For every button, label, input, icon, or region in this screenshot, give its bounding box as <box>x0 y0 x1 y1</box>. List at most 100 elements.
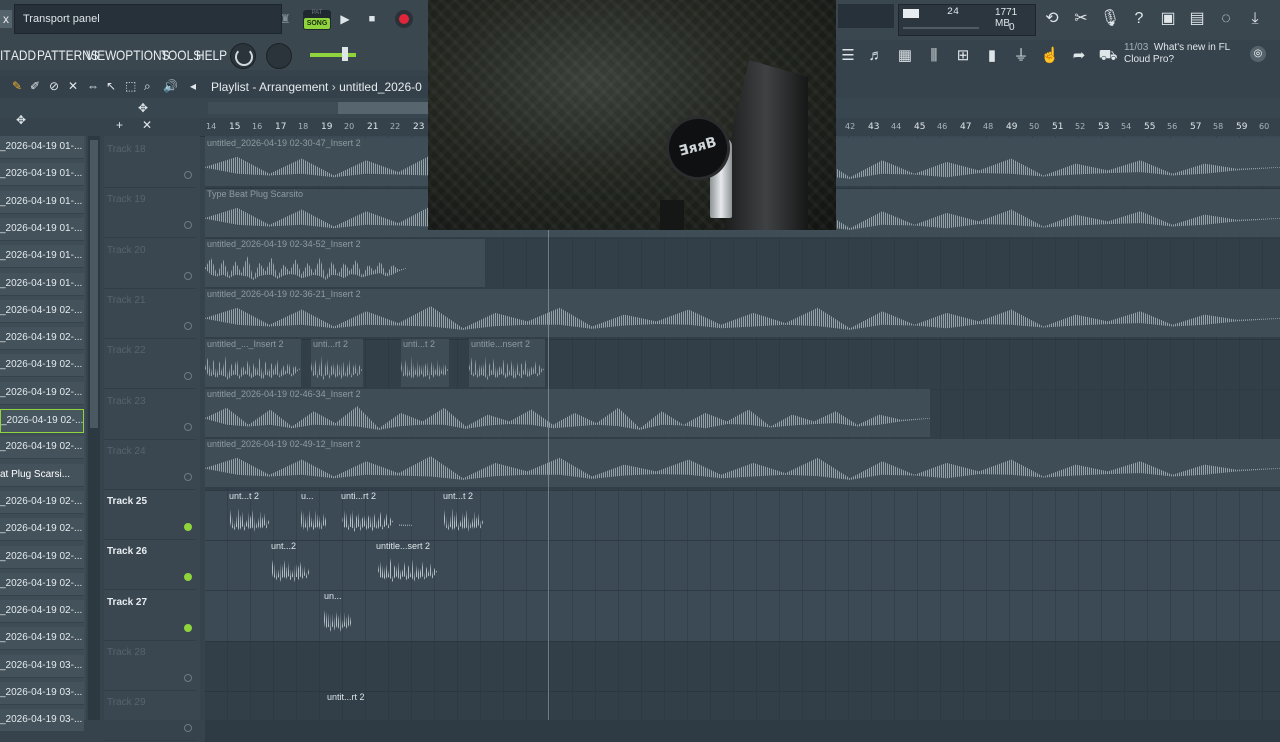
track-lane[interactable] <box>205 641 1280 692</box>
download-icon[interactable]: ⤓ <box>1243 6 1267 32</box>
track-enable-led[interactable] <box>184 523 192 532</box>
track-header[interactable]: Track 25 <box>104 490 196 541</box>
shop-icon[interactable]: ⛟ <box>1096 44 1120 68</box>
track-header[interactable]: Track 20 <box>104 239 196 289</box>
audio-clip[interactable]: un... <box>322 591 354 639</box>
close-track-icon[interactable]: ✕ <box>142 118 152 132</box>
mute-icon[interactable]: ✕ <box>68 79 78 93</box>
zoom-icon[interactable]: ⌕ <box>144 79 151 94</box>
picker-item[interactable]: _2026-04-19 01-... <box>0 136 84 159</box>
track-header[interactable]: Track 26 <box>104 540 196 591</box>
menu-help[interactable]: HELP <box>196 47 227 63</box>
export-icon[interactable]: ➦ <box>1067 44 1091 68</box>
audio-clip[interactable]: unti...rt 2 <box>311 339 363 387</box>
slip-icon[interactable]: ⇔ <box>87 79 99 93</box>
audio-clip[interactable]: unt...t 2 <box>441 491 487 539</box>
save-icon[interactable]: ▣ <box>1156 6 1180 32</box>
close-button[interactable]: x <box>0 10 12 28</box>
track-lane[interactable] <box>205 339 1280 391</box>
add-track-icon[interactable]: + <box>116 118 123 132</box>
track-header[interactable]: Track 27 <box>104 591 196 641</box>
pencil-icon[interactable]: ✎ <box>12 79 22 93</box>
picker-item[interactable]: _2026-04-19 03-... <box>0 709 84 733</box>
picker-item[interactable]: _2026-04-19 02-... <box>0 409 84 433</box>
track-lane[interactable] <box>205 591 1280 642</box>
record-button[interactable] <box>395 10 413 28</box>
microphone-icon[interactable]: 🎙 <box>1098 6 1122 32</box>
picker-item[interactable]: _2026-04-19 01-... <box>0 190 84 214</box>
main-volume-knob[interactable] <box>230 43 256 69</box>
picker-item[interactable]: _2026-04-19 02-... <box>0 381 84 405</box>
browser-icon[interactable]: ⊞ <box>951 44 975 68</box>
cut-icon[interactable]: ✂ <box>1069 6 1093 32</box>
picker-item[interactable]: _2026-04-19 02-... <box>0 327 84 351</box>
picker-item[interactable]: _2026-04-19 02-... <box>0 490 84 514</box>
track-header[interactable]: Track 18 <box>104 138 196 188</box>
track-header[interactable]: Track 22 <box>104 339 196 390</box>
picker-item[interactable]: _2026-04-19 02-... <box>0 354 84 378</box>
picker-item[interactable]: _2026-04-19 02-... <box>0 299 84 323</box>
delete-icon[interactable]: ⊘ <box>49 79 59 93</box>
picker-item[interactable]: _2026-04-19 02-... <box>0 545 84 569</box>
playlist-icon[interactable]: ☰ <box>836 44 860 68</box>
track-enable-led[interactable] <box>184 321 192 330</box>
piano-roll-icon[interactable]: ♬ <box>864 44 888 68</box>
audio-clip[interactable]: untitled_2026-04-19 02-46-34_Insert 2 <box>205 389 930 437</box>
audio-clip[interactable]: untitle...nsert 2 <box>469 339 545 387</box>
track-enable-led[interactable] <box>184 472 192 481</box>
channel-rack-icon[interactable]: ▦ <box>893 44 917 68</box>
master-slider-handle[interactable] <box>342 47 348 61</box>
track-enable-led[interactable] <box>184 623 192 632</box>
plugin-icon[interactable]: ⏚ <box>1009 44 1033 68</box>
audio-clip[interactable]: untitled_..._Insert 2 <box>205 339 301 387</box>
main-pitch-knob[interactable] <box>266 43 292 69</box>
mixer-icon[interactable]: ⫼ <box>922 44 946 68</box>
track-enable-led[interactable] <box>184 221 192 230</box>
picker-item[interactable]: _2026-04-19 02-... <box>0 572 84 596</box>
audio-clip[interactable]: untitled_2026-04-19 02-49-12_Insert 2 <box>205 439 1280 487</box>
picker-item[interactable]: _2026-04-19 02-... <box>0 600 84 624</box>
master-slider-track[interactable] <box>310 53 356 57</box>
audio-clip[interactable]: unt...2 <box>269 541 313 589</box>
track-header[interactable]: Track 29 <box>104 691 196 742</box>
menu-view[interactable]: VIEW <box>86 47 116 63</box>
picker-item[interactable]: _2026-04-19 02-... <box>0 436 84 460</box>
audio-clip[interactable]: u... <box>299 491 329 539</box>
touch-icon[interactable]: ☝ <box>1038 44 1062 68</box>
stop-button[interactable]: ■ <box>363 10 381 28</box>
chat-icon[interactable]: ◌ <box>1214 6 1238 32</box>
playback-icon[interactable]: 🔊 <box>163 79 178 93</box>
audio-clip[interactable]: untitled_2026-04-19 02-34-52_Insert 2 <box>205 239 485 287</box>
file-icon[interactable]: ▮ <box>980 44 1004 68</box>
picker-item[interactable]: _2026-04-19 01-... <box>0 245 84 269</box>
track-enable-led[interactable] <box>184 674 192 682</box>
select-icon[interactable]: ⬚ <box>125 79 136 93</box>
picker-scroll-thumb[interactable] <box>90 140 98 428</box>
cpu-memory-panel[interactable]: 24 1771 MB 0 <box>898 4 1036 36</box>
pat-song-toggle[interactable]: PAT SONG <box>303 10 331 30</box>
picker-item[interactable]: _2026-04-19 03-... <box>0 682 84 705</box>
menu-arrow-icon[interactable]: ◂ <box>190 79 196 93</box>
audio-clip[interactable]: untitled_2026-04-19 02-36-21_Insert 2 <box>205 289 1280 337</box>
track-enable-led[interactable] <box>184 422 192 431</box>
save-as-icon[interactable]: ▤ <box>1185 6 1209 32</box>
track-header[interactable]: Track 23 <box>104 390 196 440</box>
slice-icon[interactable]: ↖ <box>106 79 116 93</box>
menu-add[interactable]: ADD <box>11 47 36 63</box>
help-icon[interactable]: ? <box>1127 6 1151 32</box>
picker-item[interactable]: _2026-04-19 01-... <box>0 163 84 187</box>
picker-item[interactable]: at Plug Scarsi... <box>0 463 84 487</box>
overview-scroll-thumb[interactable] <box>338 102 428 114</box>
play-button[interactable]: ▶ <box>336 10 354 28</box>
move-picker-icon[interactable]: ✥ <box>16 113 26 127</box>
track-enable-led[interactable] <box>184 271 192 280</box>
audio-clip[interactable]: unti...rt 2 <box>339 491 397 539</box>
audio-clip[interactable]: untitle...sert 2 <box>374 541 442 589</box>
picker-item[interactable]: _2026-04-19 03-... <box>0 654 84 678</box>
news-panel[interactable]: 11/03 What's new in FL Cloud Pro? <box>1124 42 1230 66</box>
audio-clip[interactable]: untit...rt 2 <box>325 692 381 720</box>
track-enable-led[interactable] <box>184 724 192 733</box>
picker-item[interactable]: _2026-04-19 02-... <box>0 627 84 651</box>
picker-item[interactable]: _2026-04-19 01-... <box>0 272 84 296</box>
paint-icon[interactable]: ✐ <box>30 79 40 93</box>
